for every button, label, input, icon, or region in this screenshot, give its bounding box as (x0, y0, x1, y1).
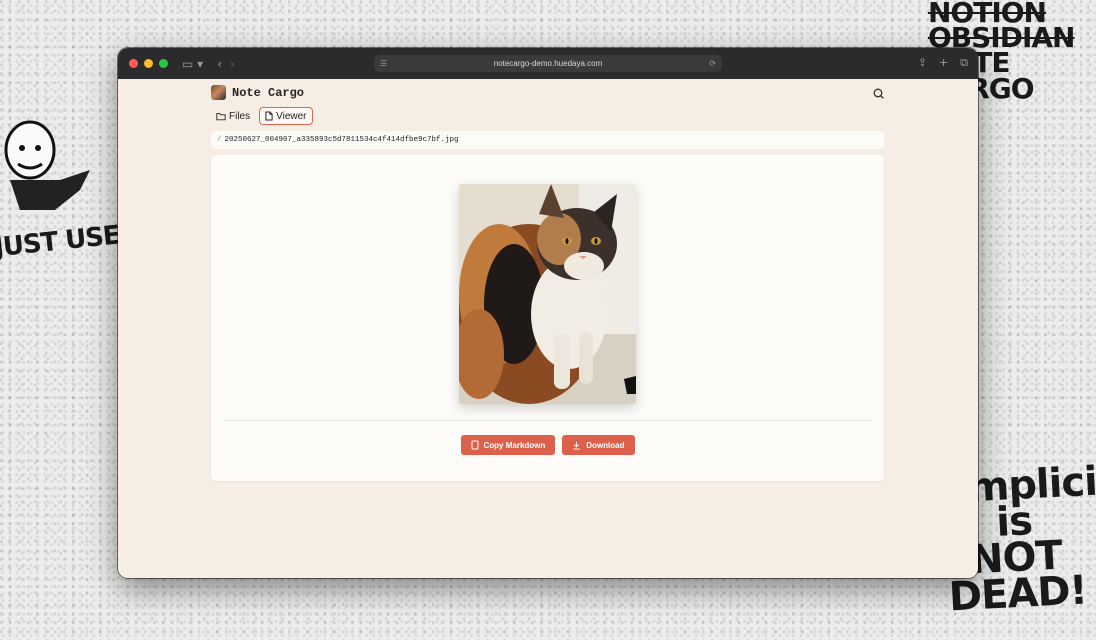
address-bar[interactable]: ☰ notecargo-demo.huedaya.com ⟳ (374, 55, 722, 72)
page-menu-icon[interactable]: ☰ (380, 59, 387, 68)
app-logo[interactable] (211, 85, 226, 100)
browser-toolbar-right: ⇪ + ⧉ (918, 56, 968, 70)
download-icon (573, 441, 580, 450)
tab-files-label: Files (229, 110, 251, 122)
sidebar-toggle-icon[interactable]: ▭ ▾ (182, 57, 203, 71)
view-tabs: Files Viewer (211, 107, 313, 125)
copy-markdown-button[interactable]: Copy Markdown (460, 435, 556, 455)
download-label: Download (586, 440, 625, 450)
forward-arrow-icon[interactable]: › (230, 57, 235, 71)
minimize-window-button[interactable] (144, 59, 153, 68)
tab-viewer-label: Viewer (276, 110, 307, 122)
browser-window: ▭ ▾ ‹ › ☰ notecargo-demo.huedaya.com ⟳ ⇪… (118, 48, 978, 578)
file-viewer-card: Copy Markdown Download (211, 155, 884, 481)
browser-titlebar: ▭ ▾ ‹ › ☰ notecargo-demo.huedaya.com ⟳ ⇪… (118, 48, 978, 79)
breadcrumb-separator: / (217, 136, 222, 144)
search-icon (873, 88, 884, 99)
copy-icon (471, 440, 478, 450)
app-title[interactable]: Note Cargo (232, 86, 304, 100)
breadcrumb: / 20250627_004907_a335893c5d7811534c4f41… (211, 131, 884, 149)
image-preview[interactable] (459, 184, 636, 404)
search-button[interactable] (870, 85, 886, 101)
tab-overview-icon[interactable]: ⧉ (960, 56, 968, 70)
window-controls (129, 59, 168, 68)
download-button[interactable]: Download (562, 435, 635, 455)
folder-icon (216, 112, 226, 120)
address-bar-url: notecargo-demo.huedaya.com (493, 59, 603, 68)
share-icon[interactable]: ⇪ (918, 56, 927, 70)
file-actions: Copy Markdown Download (211, 435, 884, 455)
tab-files[interactable]: Files (211, 107, 255, 125)
zoom-window-button[interactable] (159, 59, 168, 68)
breadcrumb-file-path[interactable]: 20250627_004907_a335893c5d7811534c4f414d… (225, 136, 459, 144)
back-arrow-icon[interactable]: ‹ (217, 57, 222, 71)
reload-icon[interactable]: ⟳ (709, 59, 716, 68)
tab-viewer[interactable]: Viewer (259, 107, 313, 125)
copy-markdown-label: Copy Markdown (483, 440, 546, 450)
page-content: Note Cargo Files Viewer / 20250627_00490… (118, 79, 978, 578)
app-header: Note Cargo (211, 85, 304, 100)
file-icon (265, 111, 273, 121)
divider (223, 420, 872, 421)
close-window-button[interactable] (129, 59, 138, 68)
cartoon-face-graphic (4, 120, 90, 210)
cat-photo (459, 184, 636, 404)
new-tab-icon[interactable]: + (939, 56, 948, 70)
